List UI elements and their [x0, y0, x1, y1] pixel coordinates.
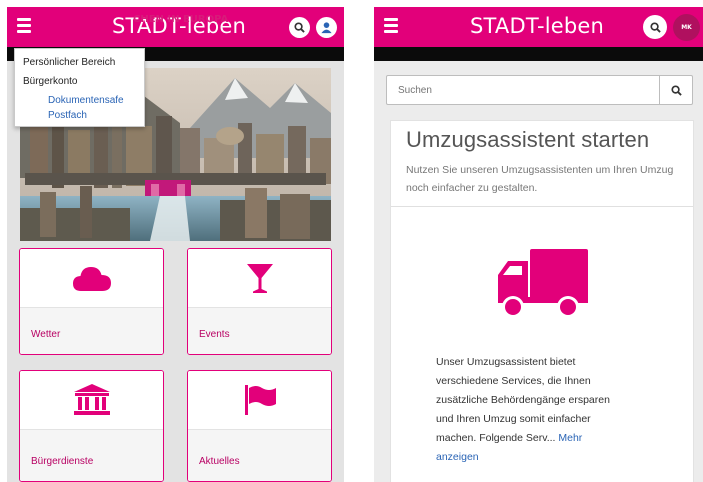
card-subtitle: Nutzen Sie unseren Umzugsassistenten um …: [406, 164, 674, 194]
search-bar: [386, 75, 693, 105]
cocktail-glass-icon: [246, 264, 273, 293]
hamburger-menu-icon[interactable]: [17, 18, 31, 34]
search-submit-button[interactable]: [659, 76, 692, 104]
flag-icon: [244, 385, 276, 415]
app-header: STADT-leben: [7, 7, 344, 47]
card-title: Umzugsassistent starten: [406, 127, 650, 152]
menu-item-citizen-account[interactable]: Bürgerkonto: [23, 76, 77, 87]
tile-label: Aktuelles: [199, 456, 240, 467]
card-description: Unser Umzugsassistent bietet verschieden…: [436, 353, 616, 467]
card-body-text: Unser Umzugsassistent bietet verschieden…: [436, 356, 610, 444]
app-header: STADT-leben MK: [374, 7, 703, 47]
user-account-button[interactable]: [316, 17, 337, 38]
menu-item-mailbox[interactable]: Postfach: [48, 110, 87, 121]
tile-label: Wetter: [31, 329, 61, 340]
tile-events[interactable]: Events: [187, 248, 332, 355]
moving-assistant-card[interactable]: Umzugsassistent starten Nutzen Sie unser…: [390, 120, 694, 482]
app-title: STADT-leben: [470, 14, 605, 38]
menu-item-personal-area[interactable]: Persönlicher Bereich: [23, 57, 115, 68]
hamburger-menu-icon[interactable]: [384, 18, 398, 34]
header-strip: [374, 47, 703, 61]
search-input[interactable]: [387, 76, 660, 104]
menu-item-document-safe[interactable]: Dokumentensafe: [48, 95, 124, 106]
hero-title: CHEN IN EUROPA: [133, 14, 229, 25]
tile-citizen-services[interactable]: Bürgerdienste: [19, 370, 164, 482]
search-button[interactable]: [289, 17, 310, 38]
search-icon: [670, 84, 682, 96]
search-icon: [649, 21, 661, 33]
user-icon: [321, 22, 332, 34]
tile-label: Events: [199, 329, 230, 340]
divider: [391, 206, 693, 207]
tile-weather[interactable]: Wetter: [19, 248, 164, 355]
government-building-icon: [73, 384, 110, 415]
right-phone-screen: STADT-leben MK Umzugsassistent starten N…: [374, 7, 703, 482]
cloud-icon: [72, 267, 111, 291]
user-dropdown-menu: Persönlicher Bereich Bürgerkonto Dokumen…: [14, 48, 145, 127]
tile-label: Bürgerdienste: [31, 456, 94, 467]
tile-news[interactable]: Aktuelles: [187, 370, 332, 482]
search-icon: [294, 22, 305, 33]
user-avatar[interactable]: MK: [673, 14, 700, 41]
left-phone-screen: STADT-leben CHEN IN EUROPA Persönlicher …: [7, 7, 344, 482]
truck-icon: [498, 249, 588, 318]
search-button[interactable]: [643, 15, 667, 39]
